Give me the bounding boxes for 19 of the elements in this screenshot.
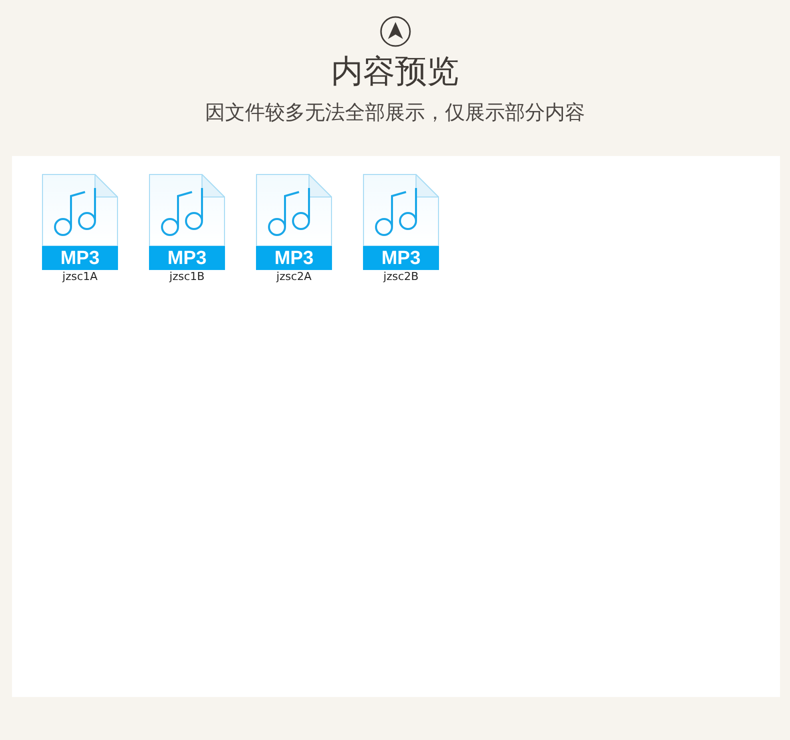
- file-type-label: MP3: [363, 246, 439, 270]
- file-page-icon[interactable]: [149, 174, 225, 246]
- music-note-icon: [54, 187, 96, 236]
- file-page-icon[interactable]: [42, 174, 118, 246]
- file-name[interactable]: jzsc1B: [169, 270, 205, 284]
- music-note-icon: [268, 187, 310, 236]
- file-name[interactable]: jzsc1A: [62, 270, 98, 284]
- file-name[interactable]: jzsc2B: [383, 270, 419, 284]
- page-title: 内容预览: [331, 51, 459, 91]
- page-subtitle: 因文件较多无法全部展示，仅展示部分内容: [205, 99, 585, 125]
- file-type-label: MP3: [149, 246, 225, 270]
- collapse-up-icon[interactable]: [380, 16, 410, 47]
- file-page-icon[interactable]: [256, 174, 332, 246]
- file-type-label: MP3: [256, 246, 332, 270]
- file-type-label: MP3: [42, 246, 118, 270]
- music-note-icon: [375, 187, 417, 236]
- file-page-icon[interactable]: [363, 174, 439, 246]
- music-note-icon: [161, 187, 203, 236]
- file-name[interactable]: jzsc2A: [276, 270, 312, 284]
